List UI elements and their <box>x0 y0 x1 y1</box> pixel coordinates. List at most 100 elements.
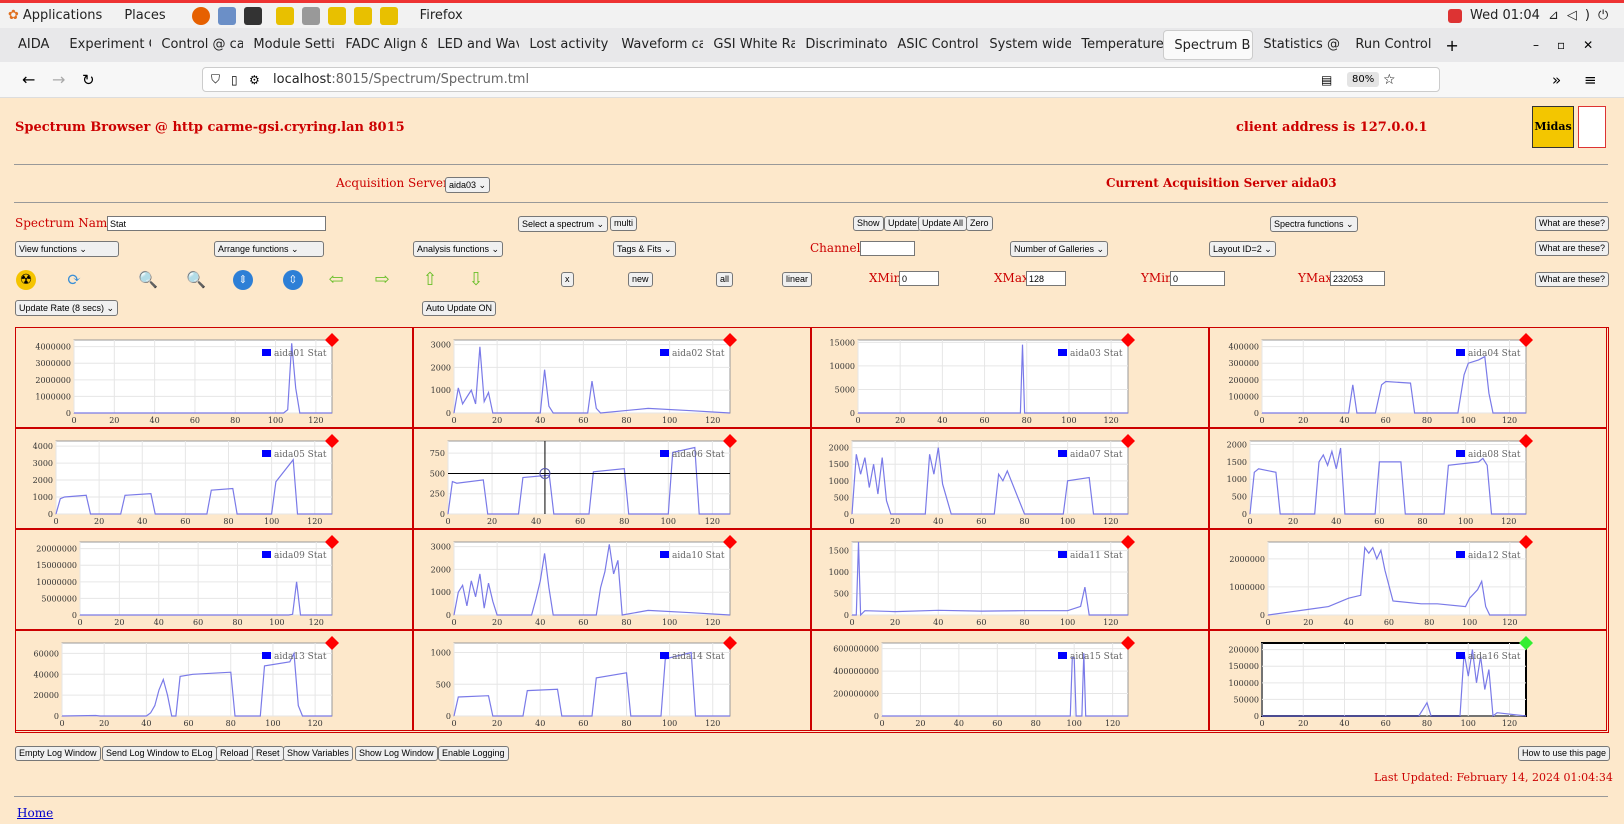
clock[interactable]: Wed 01:04 <box>1470 8 1540 23</box>
spectrum-chart[interactable]: 0 20 40 60 80 100 120 3000 2000 1000 0 aida02 Stat <box>414 328 812 429</box>
view-functions-dropdown[interactable]: View functions ⌄ <box>15 241 119 257</box>
analysis-functions-dropdown[interactable]: Analysis functions ⌄ <box>413 241 504 257</box>
back-icon[interactable]: ← <box>22 70 35 89</box>
scanner-icon[interactable] <box>301 6 320 25</box>
what-are-these-button[interactable]: What are these? <box>1535 272 1610 287</box>
spectrum-cell[interactable]: 0 20 40 60 80 100 120 4000000 3000000 2000000 1000… <box>15 327 413 428</box>
refresh-icon[interactable]: ⟳ <box>64 270 84 290</box>
enable-logging-button[interactable]: Enable Logging <box>438 746 509 761</box>
arrow-right-icon[interactable]: ⇨ <box>372 270 392 290</box>
spectrum-cell[interactable]: 0 20 40 60 80 100 120 1500 1000 500 0 aida11 Stat <box>811 529 1209 630</box>
spectrum-chart[interactable]: 0 20 40 60 80 100 120 400000 300000 200000 100000 0… <box>1210 328 1608 429</box>
spectrum-chart[interactable]: 0 20 40 60 80 100 120 3000 2000 1000 0 aida10 Stat <box>414 530 812 631</box>
browser-tab[interactable]: Experiment C <box>59 30 151 60</box>
minimize-icon[interactable]: – <box>1533 38 1557 52</box>
auto-update-button[interactable]: Auto Update ON <box>422 301 497 316</box>
midas-app-icon[interactable] <box>275 6 294 25</box>
spectrum-chart[interactable]: 0 20 40 60 80 100 120 20000000 15000000 10000000 5… <box>16 530 414 631</box>
spectrum-cell[interactable]: 0 20 40 60 80 100 120 200000 150000 100000 50000 0 a… <box>1209 630 1607 731</box>
layout-id-dropdown[interactable]: Layout ID=2 ⌄ <box>1209 241 1276 257</box>
update-rate-dropdown[interactable]: Update Rate (8 secs) ⌄ <box>15 300 119 316</box>
bookmark-star-icon[interactable]: ☆ <box>1383 72 1396 88</box>
spectrum-chart[interactable]: 0 20 40 60 80 100 120 2000000 1000000 0 aida12 Sta… <box>1210 530 1608 631</box>
tags-fits-dropdown[interactable]: Tags & Fits ⌄ <box>613 241 676 257</box>
reload-icon[interactable]: ↻ <box>82 71 95 89</box>
overflow-icon[interactable]: » <box>1552 71 1561 89</box>
browser-tab[interactable]: Run Control <box>1345 30 1437 60</box>
browser-tab[interactable]: GSI White Ra <box>703 30 795 60</box>
show-log-window-button[interactable]: Show Log Window <box>355 746 438 761</box>
browser-tab[interactable]: LED and Wav <box>427 30 519 60</box>
compress-vertical-icon[interactable]: ⇳ <box>283 270 303 290</box>
channel-input[interactable] <box>860 241 915 256</box>
acquisition-server-select[interactable]: aida03 ⌄ <box>445 177 491 193</box>
all-button[interactable]: all <box>716 272 734 287</box>
xmin-input[interactable] <box>899 271 939 286</box>
spectrum-cell[interactable]: 0 20 40 60 80 100 120 3000 2000 1000 0 aida02 Stat <box>413 327 811 428</box>
spectrum-chart[interactable]: 0 20 40 60 80 100 120 60000 40000 20000 0 aida13 St… <box>16 631 414 732</box>
spectrum-cell[interactable]: 0 20 40 60 80 100 120 3000 2000 1000 0 aida10 Stat <box>413 529 811 630</box>
spectrum-cell[interactable]: 0 20 40 60 80 100 120 2000 1500 1000 500 0 aida07 St… <box>811 428 1209 529</box>
spectrum-chart[interactable]: 0 20 40 60 80 100 120 200000 150000 100000 50000 0 a… <box>1210 631 1608 732</box>
browser-tab[interactable]: System wide <box>979 30 1071 60</box>
show-variables-button[interactable]: Show Variables <box>283 746 353 761</box>
what-are-these-button[interactable]: What are these? <box>1535 241 1610 256</box>
system-tray[interactable]: ⊿ ◁) ⏻ <box>1548 8 1616 23</box>
xmax-input[interactable] <box>1026 271 1066 286</box>
browser-tab[interactable]: Spectrum B <box>1163 30 1254 60</box>
browser-tab[interactable]: Lost activity <box>519 30 611 60</box>
spectrum-cell[interactable]: 0 20 40 60 80 100 120 1000 500 0 aida14 Stat <box>413 630 811 731</box>
reader-view-icon[interactable]: ▤ <box>1321 73 1332 87</box>
screen-share-icon[interactable] <box>1444 8 1466 23</box>
how-to-use-button[interactable]: How to use this page <box>1518 746 1611 761</box>
number-of-galleries-dropdown[interactable]: Number of Galleries ⌄ <box>1010 241 1109 257</box>
zero-button[interactable]: Zero <box>966 216 993 231</box>
forward-icon[interactable]: → <box>52 70 65 89</box>
zoom-in-icon[interactable]: 🔍 <box>138 270 158 290</box>
applications-menu[interactable]: ✿ Applications <box>8 8 102 23</box>
select-spectrum-dropdown[interactable]: Select a spectrum ⌄ <box>518 216 609 232</box>
spectrum-chart[interactable]: 0 20 40 60 80 100 120 1000 500 0 aida14 Stat <box>414 631 812 732</box>
hamburger-menu-icon[interactable]: ≡ <box>1584 71 1597 89</box>
show-button[interactable]: Show <box>853 216 884 231</box>
url-bar[interactable]: ⛉ ▯ ⚙ localhost:8015/Spectrum/Spectrum.t… <box>202 67 1440 92</box>
browser-tab[interactable]: Control @ ca <box>151 30 243 60</box>
browser-tab[interactable]: Discriminator <box>795 30 887 60</box>
browser-tab[interactable]: Statistics @ <box>1253 30 1345 60</box>
document-viewer-icon[interactable] <box>217 6 236 25</box>
zoom-out-icon[interactable]: 🔍 <box>186 270 206 290</box>
window-controls[interactable]: –▫✕ <box>1533 38 1611 52</box>
zoom-indicator[interactable]: 80% <box>1347 72 1380 87</box>
ymin-input[interactable] <box>1170 271 1225 286</box>
browser-tab[interactable]: AIDA <box>8 30 59 60</box>
spectrum-cell[interactable]: 0 20 40 60 80 100 120 600000000 400000000 2000000… <box>811 630 1209 731</box>
new-button[interactable]: new <box>628 272 653 287</box>
permissions-icon[interactable]: ⚙ <box>249 73 260 87</box>
close-icon[interactable]: ✕ <box>1583 38 1611 52</box>
browser-tab[interactable]: Waveform ca <box>611 30 703 60</box>
spectrum-cell[interactable]: 0 20 40 60 80 100 120 20000000 15000000 10000000 5… <box>15 529 413 630</box>
shield-icon[interactable]: ⛉ <box>211 72 220 87</box>
spectrum-chart[interactable]: 0 20 40 60 80 100 120 15000 10000 5000 0 aida03 Sta… <box>812 328 1210 429</box>
new-tab-button[interactable]: + <box>1445 36 1458 55</box>
arrow-up-icon[interactable]: ⇧ <box>420 270 440 290</box>
spectrum-chart[interactable]: 0 20 40 60 80 100 120 4000000 3000000 2000000 1000… <box>16 328 414 429</box>
empty-log-button[interactable]: Empty Log Window <box>15 746 101 761</box>
home-link[interactable]: Home <box>17 806 53 820</box>
midas-app-icon[interactable] <box>327 6 346 25</box>
browser-tab[interactable]: ASIC Control <box>887 30 979 60</box>
spectrum-chart[interactable]: 0 20 40 60 80 100 120 2000 1500 1000 500 0 aida07 St… <box>812 429 1210 530</box>
spectrum-cell[interactable]: 0 20 40 60 80 100 120 15000 10000 5000 0 aida03 Sta… <box>811 327 1209 428</box>
midas-app-icon[interactable] <box>353 6 372 25</box>
spectrum-cell[interactable]: 0 20 40 60 80 100 120 4000 3000 2000 1000 0 aida05 S… <box>15 428 413 529</box>
spectrum-chart[interactable]: 0 20 40 60 80 100 120 4000 3000 2000 1000 0 aida05 S… <box>16 429 414 530</box>
firefox-launcher-icon[interactable] <box>191 6 210 25</box>
arrow-left-icon[interactable]: ⇦ <box>326 270 346 290</box>
reset-button[interactable]: Reset <box>252 746 284 761</box>
spectrum-chart[interactable]: 0 20 40 60 80 100 120 1500 1000 500 0 aida11 Stat <box>812 530 1210 631</box>
spectrum-chart[interactable]: 0 20 40 60 80 100 120 2000 1500 1000 500 0 aida08 St… <box>1210 429 1608 530</box>
reload-button[interactable]: Reload <box>216 746 253 761</box>
spectrum-chart[interactable]: 0 20 40 60 80 100 120 750 500 250 0 aida06 Stat <box>414 429 812 530</box>
expand-vertical-icon[interactable]: ⇕ <box>233 270 253 290</box>
multi-button[interactable]: multi <box>610 216 638 231</box>
